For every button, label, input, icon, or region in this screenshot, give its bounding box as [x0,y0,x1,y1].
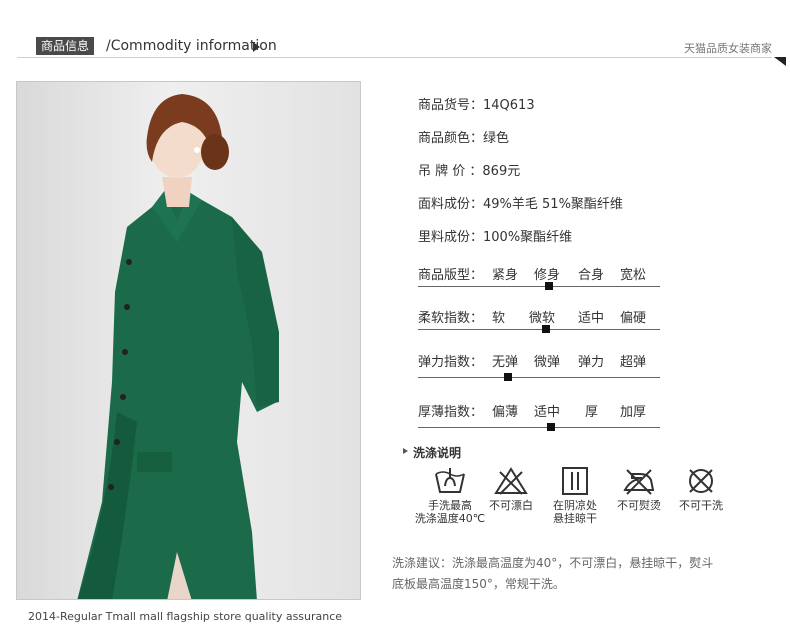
scale-track [418,329,660,330]
wash-item-no-dry-clean: 不可干洗 [676,466,726,512]
header-divider [17,57,772,58]
triangle-right-icon [403,448,408,454]
scale-track [418,427,660,428]
scale-label: 厚薄指数： [418,405,484,420]
scale-option: 微弹 [534,355,561,370]
section-title: /Commodity information [106,38,277,54]
scale-option: 宽松 [620,268,647,283]
scale-option: 厚 [585,405,599,420]
wash-label: 在阴凉处 [553,499,597,512]
wash-item-no-iron: 不可熨烫 [614,466,664,512]
wash-item-no-bleach: 不可漂白 [486,466,536,512]
triangle-right-icon [253,42,260,52]
section-tag: 商品信息 [36,37,95,55]
care-advice-line: 底板最高温度150°，常规干洗。 [392,577,565,591]
wash-item-hang-dry: 在阴凉处 悬挂晾干 [548,466,602,525]
no-iron-icon [623,469,655,495]
scale-option: 修身 [534,268,561,283]
scale-track [418,286,660,287]
detail-color: 商品颜色：绿色 [418,131,510,146]
section-header: 商品信息 /Commodity information 天猫品质女装商家 [0,0,790,70]
scale-option: 微软 [529,311,556,326]
wash-label: 不可漂白 [489,499,533,512]
scale-option: 偏硬 [620,311,647,326]
detail-lining: 里料成份：100%聚酯纤维 [418,230,573,245]
scale-elasticity: 弹力指数： 无弹 微弹 弹力 超弹 [418,351,660,391]
scale-thickness: 厚薄指数： 偏薄 适中 厚 加厚 [418,401,660,441]
wash-item-hand-wash: 手洗最高 洗涤温度40℃ [414,466,486,525]
scale-marker [547,423,555,431]
store-slogan: 天猫品质女装商家 [684,42,772,55]
wash-label: 手洗最高 [428,499,472,512]
wash-label: 悬挂晾干 [553,512,597,525]
scale-option: 合身 [578,268,605,283]
scale-option: 软 [492,311,506,326]
hang-dry-icon [562,467,588,495]
care-advice-line: 洗涤建议：洗涤最高温度为40°，不可漂白，悬挂晾干，熨斗 [392,556,714,570]
scale-option: 偏薄 [492,405,519,420]
corner-triangle-icon [774,57,786,66]
no-dry-clean-icon [689,469,713,493]
scale-marker [504,373,512,381]
scale-marker [545,282,553,290]
scale-softness: 柔软指数： 软 微软 适中 偏硬 [418,307,660,347]
model-illustration [77,94,279,599]
scale-option: 加厚 [620,405,647,420]
detail-item-number: 商品货号：14Q613 [418,98,535,113]
scale-option: 适中 [534,405,561,420]
product-photo [16,81,361,600]
scale-option: 超弹 [620,355,647,370]
scale-option: 紧身 [492,268,519,283]
scale-label: 弹力指数： [418,355,484,370]
hand-wash-icon [435,468,465,493]
detail-fabric: 面料成份：49%羊毛 51%聚酯纤维 [418,197,623,212]
wash-label: 洗涤温度40℃ [414,512,486,525]
wash-label: 不可干洗 [679,499,723,512]
scale-track [418,377,660,378]
no-bleach-icon [494,467,528,495]
scale-marker [542,325,550,333]
scale-fit: 商品版型： 紧身 修身 合身 宽松 [418,264,660,304]
photo-caption: 2014-Regular Tmall mall flagship store q… [28,610,343,623]
scale-label: 商品版型： [418,268,484,283]
scale-option: 无弹 [492,355,519,370]
scale-option: 适中 [578,311,605,326]
wash-label: 不可熨烫 [617,499,661,512]
care-advice: 洗涤建议：洗涤最高温度为40°，不可漂白，悬挂晾干，熨斗 底板最高温度150°，… [392,553,737,595]
detail-tag-price: 吊 牌 价 ：869元 [418,164,521,179]
scale-label: 柔软指数： [418,311,484,326]
scale-option: 弹力 [578,355,605,370]
wash-title: 洗涤说明 [413,446,462,460]
